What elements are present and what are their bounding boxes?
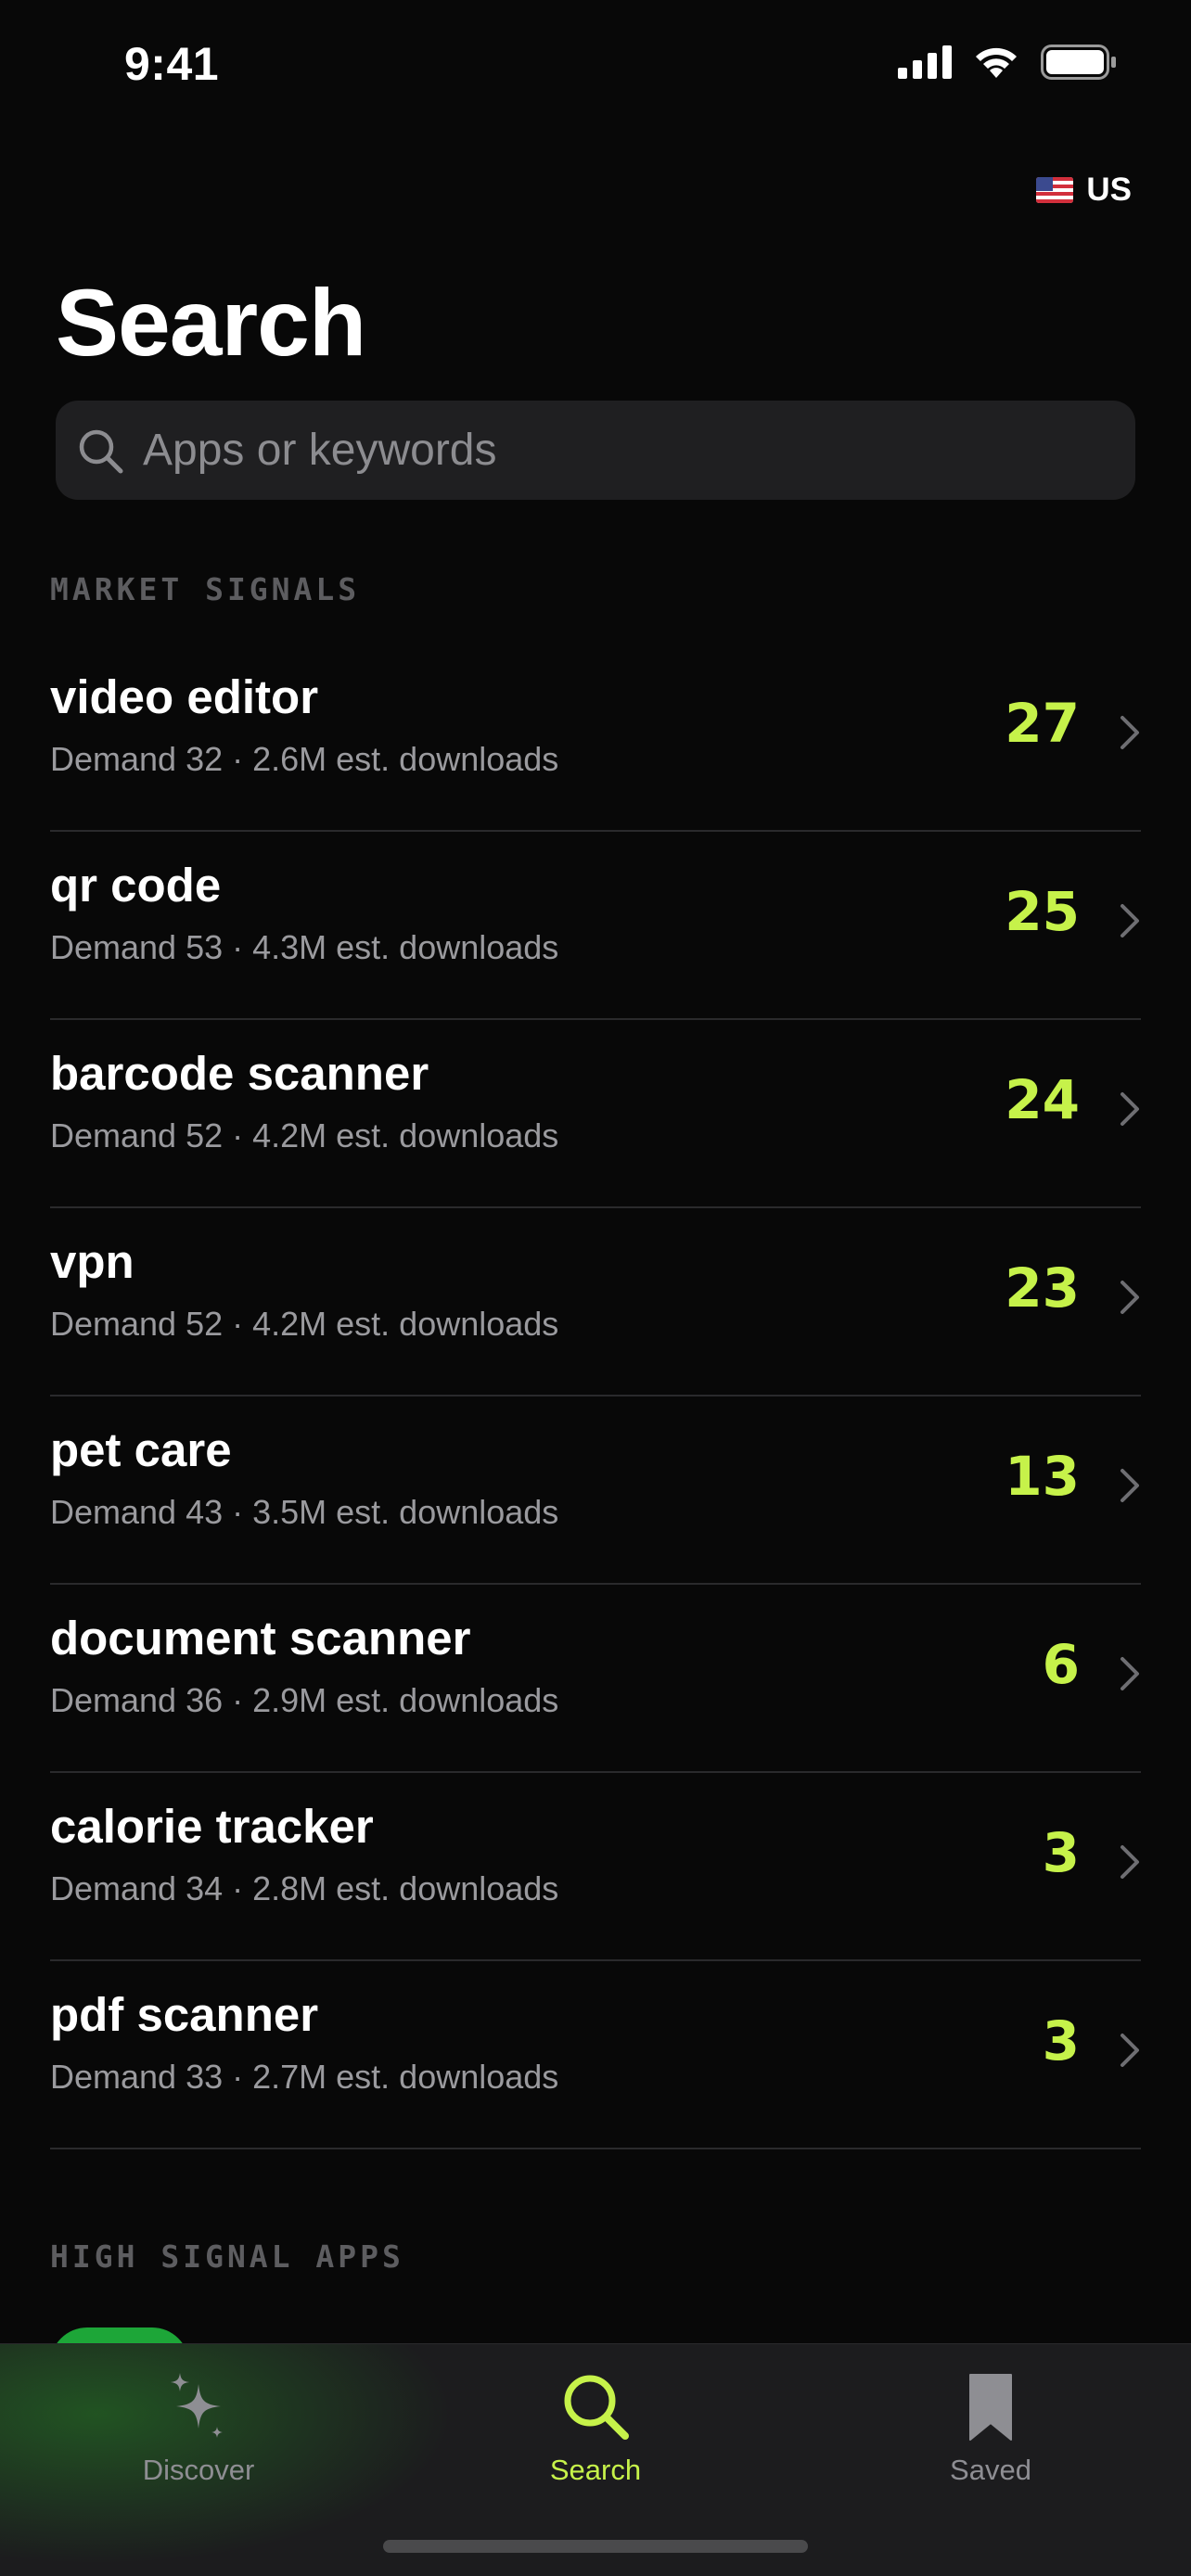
tab-saved[interactable]: Saved [870,2365,1111,2487]
signal-score: 23 [1005,1256,1080,1320]
home-indicator [383,2540,808,2553]
signal-score: 24 [1005,1068,1080,1131]
keyword-stats: Demand 32 · 2.6M est. downloads [50,740,559,778]
chevron-right-icon [1121,1281,1139,1314]
battery-icon [1041,45,1116,80]
keyword-title: document scanner [50,1612,471,1664]
keyword-stats: Demand 52 · 4.2M est. downloads [50,1116,559,1154]
market-signal-row[interactable]: vpn Demand 52 · 4.2M est. downloads 23 [50,1208,1141,1396]
signal-score: 3 [1042,1821,1080,1884]
region-label: US [1086,172,1132,208]
tab-saved-label: Saved [950,2454,1031,2486]
market-signal-row[interactable]: calorie tracker Demand 34 · 2.8M est. dow… [50,1773,1141,1961]
search-input[interactable] [143,425,1070,476]
high-signal-apps-heading: HIGH SIGNAL APPS [50,2238,404,2275]
status-bar: 9:41 [0,0,1191,139]
keyword-stats: Demand 53 · 4.3M est. downloads [50,928,559,966]
chevron-right-icon [1121,1657,1139,1690]
tab-bar: Discover Search Saved [0,2343,1191,2576]
keyword-title: vpn [50,1235,134,1288]
keyword-stats: Demand 36 · 2.9M est. downloads [50,1681,559,1719]
market-signal-row[interactable]: document scanner Demand 36 · 2.9M est. do… [50,1585,1141,1773]
market-signal-row[interactable]: barcode scanner Demand 52 · 4.2M est. dow… [50,1020,1141,1208]
tab-search-label: Search [549,2454,642,2486]
tab-discover[interactable]: Discover [78,2365,319,2487]
signal-score: 25 [1005,880,1080,943]
chevron-right-icon [1121,1092,1139,1126]
chevron-right-icon [1121,2034,1139,2067]
signal-score: 3 [1042,2009,1080,2072]
signal-score: 6 [1042,1633,1080,1696]
keyword-stats: Demand 34 · 2.8M est. downloads [50,1869,559,1907]
page-title: Search [56,270,366,376]
signal-score: 13 [1005,1445,1080,1508]
market-signal-row[interactable]: qr code Demand 53 · 4.3M est. downloads 25 [50,832,1141,1020]
search-icon [475,2365,716,2448]
keyword-title: video editor [50,670,319,723]
market-signal-row[interactable]: pdf scanner Demand 33 · 2.7M est. downloa… [50,1961,1141,2149]
chevron-right-icon [1121,716,1139,749]
keyword-title: calorie tracker [50,1800,374,1853]
status-icons [898,45,1117,80]
chevron-right-icon [1121,1845,1139,1879]
keyword-stats: Demand 52 · 4.2M est. downloads [50,1305,559,1343]
cellular-signal-icon [898,45,952,79]
chevron-right-icon [1121,904,1139,937]
keyword-stats: Demand 33 · 2.7M est. downloads [50,2058,559,2096]
keyword-stats: Demand 43 · 3.5M est. downloads [50,1493,559,1531]
search-icon [74,425,126,477]
bookmark-icon [870,2365,1111,2448]
wifi-icon [976,47,1017,78]
search-bar[interactable] [56,401,1135,500]
tab-discover-label: Discover [142,2454,255,2486]
keyword-title: qr code [50,859,222,912]
signal-score: 27 [1005,692,1080,755]
sparkles-icon [78,2365,319,2448]
chevron-right-icon [1121,1469,1139,1502]
status-time: 9:41 [124,38,220,90]
market-signals-heading: MARKET SIGNALS [50,571,361,607]
keyword-title: pet care [50,1423,232,1476]
market-signal-row[interactable]: video editor Demand 32 · 2.6M est. downlo… [50,644,1141,832]
us-flag-icon [1036,177,1074,203]
market-signals-list: video editor Demand 32 · 2.6M est. downlo… [50,644,1141,2149]
market-signal-row[interactable]: pet care Demand 43 · 3.5M est. downloads 1… [50,1396,1141,1585]
tab-search[interactable]: Search [475,2365,716,2487]
region-selector[interactable]: US [1036,172,1132,209]
keyword-title: pdf scanner [50,1988,319,2041]
keyword-title: barcode scanner [50,1047,429,1100]
